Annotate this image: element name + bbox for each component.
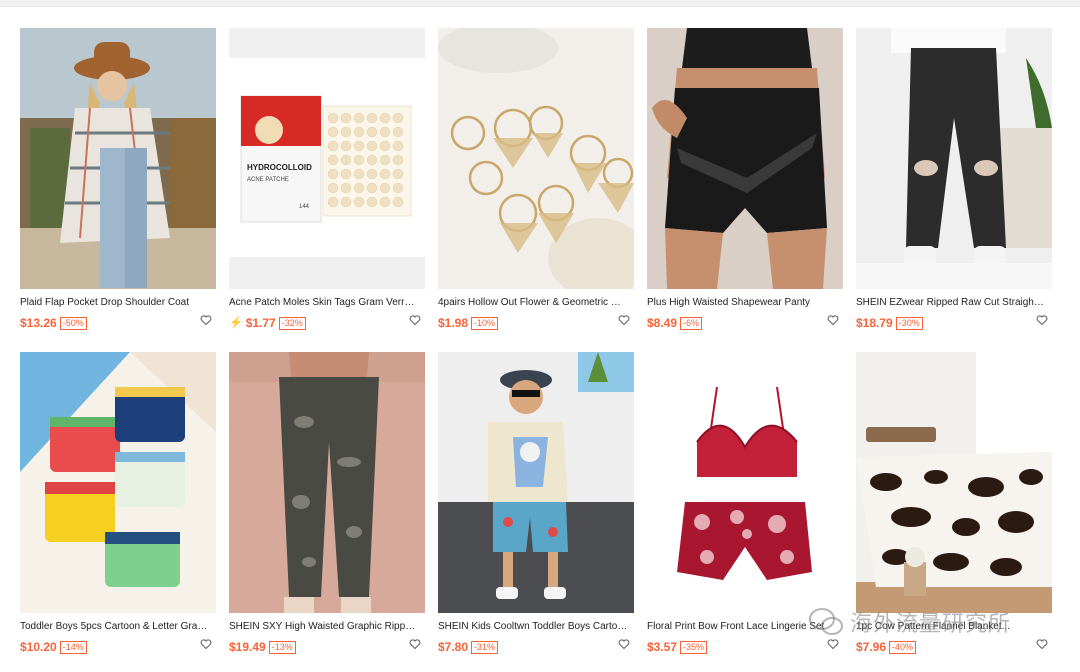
- camo-ripped-jeans-image: [229, 352, 425, 613]
- product-price: $10.20: [20, 640, 57, 654]
- product-price: $8.49: [647, 316, 678, 330]
- product-card[interactable]: SHEIN SXY High Waisted Graphic Ripped Je…: [229, 352, 425, 654]
- watermark: 海外流量研究所: [808, 606, 1011, 638]
- product-grid: Plaid Flap Pocket Drop Shoulder Coat $13…: [20, 28, 1052, 654]
- product-name[interactable]: 4pairs Hollow Out Flower & Geometric Des…: [438, 296, 628, 309]
- discount-badge: -40%: [889, 640, 917, 654]
- product-image[interactable]: HYDROCOLLOID ACNE PATCHE 144: [229, 28, 425, 289]
- price-row: $10.20 -14%: [20, 639, 216, 655]
- box-count-text: 144: [299, 204, 310, 210]
- discount-badge: -31%: [471, 640, 499, 654]
- wishlist-heart-icon[interactable]: [618, 638, 630, 650]
- product-card[interactable]: SHEIN Kids Cooltwn Toddler Boys Cartoon …: [438, 352, 634, 654]
- price-row: $3.57 -35%: [647, 639, 843, 655]
- boy-cartoon-outfit-image: [438, 352, 634, 613]
- product-price: $13.26: [20, 316, 57, 330]
- wechat-icon: [809, 608, 843, 635]
- wishlist-heart-icon[interactable]: [200, 638, 212, 650]
- product-price: $19.49: [229, 640, 266, 654]
- wishlist-heart-icon[interactable]: [409, 314, 421, 326]
- black-shapewear-image: [647, 28, 843, 289]
- product-image[interactable]: [856, 352, 1052, 613]
- product-price: $1.98: [438, 316, 469, 330]
- product-card[interactable]: Plaid Flap Pocket Drop Shoulder Coat $13…: [20, 28, 216, 330]
- price-row: $18.79 -30%: [856, 315, 1052, 331]
- product-image[interactable]: [229, 352, 425, 613]
- product-price: $3.57: [647, 640, 678, 654]
- discount-badge: -14%: [59, 640, 87, 654]
- product-price: $7.80: [438, 640, 469, 654]
- product-image[interactable]: [647, 28, 843, 289]
- wishlist-heart-icon[interactable]: [1036, 314, 1048, 326]
- wishlist-heart-icon[interactable]: [827, 638, 839, 650]
- product-card[interactable]: Toddler Boys 5pcs Cartoon & Letter Graph…: [20, 352, 216, 654]
- product-price: $1.77: [245, 316, 276, 330]
- product-image[interactable]: [20, 28, 216, 289]
- product-name[interactable]: Acne Patch Moles Skin Tags Gram Verruca …: [229, 296, 419, 309]
- discount-badge: -32%: [278, 316, 306, 330]
- hydrocolloid-acne-patch-box-image: HYDROCOLLOID ACNE PATCHE 144: [229, 28, 425, 289]
- product-price: $7.96: [856, 640, 887, 654]
- discount-badge: -10%: [471, 316, 499, 330]
- product-name[interactable]: SHEIN Kids Cooltwn Toddler Boys Cartoon …: [438, 620, 628, 633]
- flash-sale-icon: ⚡: [229, 317, 243, 329]
- box-subtitle-text: ACNE PATCHE: [247, 177, 289, 183]
- wishlist-heart-icon[interactable]: [618, 314, 630, 326]
- box-title-text: HYDROCOLLOID: [247, 163, 312, 172]
- discount-badge: -6%: [680, 316, 703, 330]
- product-image[interactable]: [438, 352, 634, 613]
- red-lace-lingerie-image: [647, 352, 843, 613]
- product-card[interactable]: Plus High Waisted Shapewear Panty $8.49 …: [647, 28, 843, 330]
- wishlist-heart-icon[interactable]: [827, 314, 839, 326]
- discount-badge: -50%: [59, 316, 87, 330]
- product-image[interactable]: [438, 28, 634, 289]
- product-card[interactable]: HYDROCOLLOID ACNE PATCHE 144 Acne Patch …: [229, 28, 425, 330]
- discount-badge: -35%: [680, 640, 708, 654]
- product-image[interactable]: [647, 352, 843, 613]
- price-row: $19.49 -13%: [229, 639, 425, 655]
- price-row: $7.96 -40%: [856, 639, 1052, 655]
- product-card[interactable]: SHEIN EZwear Ripped Raw Cut Straight Leg…: [856, 28, 1052, 330]
- product-price: $18.79: [856, 316, 893, 330]
- wishlist-heart-icon[interactable]: [1036, 638, 1048, 650]
- product-name[interactable]: Toddler Boys 5pcs Cartoon & Letter Graph…: [20, 620, 210, 633]
- watermark-text: 海外流量研究所: [850, 612, 1012, 637]
- product-name[interactable]: SHEIN EZwear Ripped Raw Cut Straight Leg…: [856, 296, 1046, 309]
- boys-boxer-briefs-image: [20, 352, 216, 613]
- price-row: $8.49 -6%: [647, 315, 843, 331]
- product-image[interactable]: [20, 352, 216, 613]
- wishlist-heart-icon[interactable]: [409, 638, 421, 650]
- discount-badge: -30%: [895, 316, 923, 330]
- top-bar: [0, 0, 1080, 7]
- product-card[interactable]: 4pairs Hollow Out Flower & Geometric Des…: [438, 28, 634, 330]
- product-image[interactable]: [856, 28, 1052, 289]
- product-name[interactable]: Plus High Waisted Shapewear Panty: [647, 296, 837, 309]
- discount-badge: -13%: [268, 640, 296, 654]
- price-row: $1.98 -10%: [438, 315, 634, 331]
- product-name[interactable]: Plaid Flap Pocket Drop Shoulder Coat: [20, 296, 210, 309]
- product-name[interactable]: SHEIN SXY High Waisted Graphic Ripped Je…: [229, 620, 419, 633]
- woman-plaid-coat-image: [20, 28, 216, 289]
- black-ripped-jeans-image: [856, 28, 1052, 289]
- price-row: $7.80 -31%: [438, 639, 634, 655]
- wishlist-heart-icon[interactable]: [200, 314, 212, 326]
- price-row: $13.26 -50%: [20, 315, 216, 331]
- cow-print-blanket-image: [856, 352, 1052, 613]
- gold-earrings-image: [438, 28, 634, 289]
- price-row: ⚡ $1.77 -32%: [229, 315, 425, 331]
